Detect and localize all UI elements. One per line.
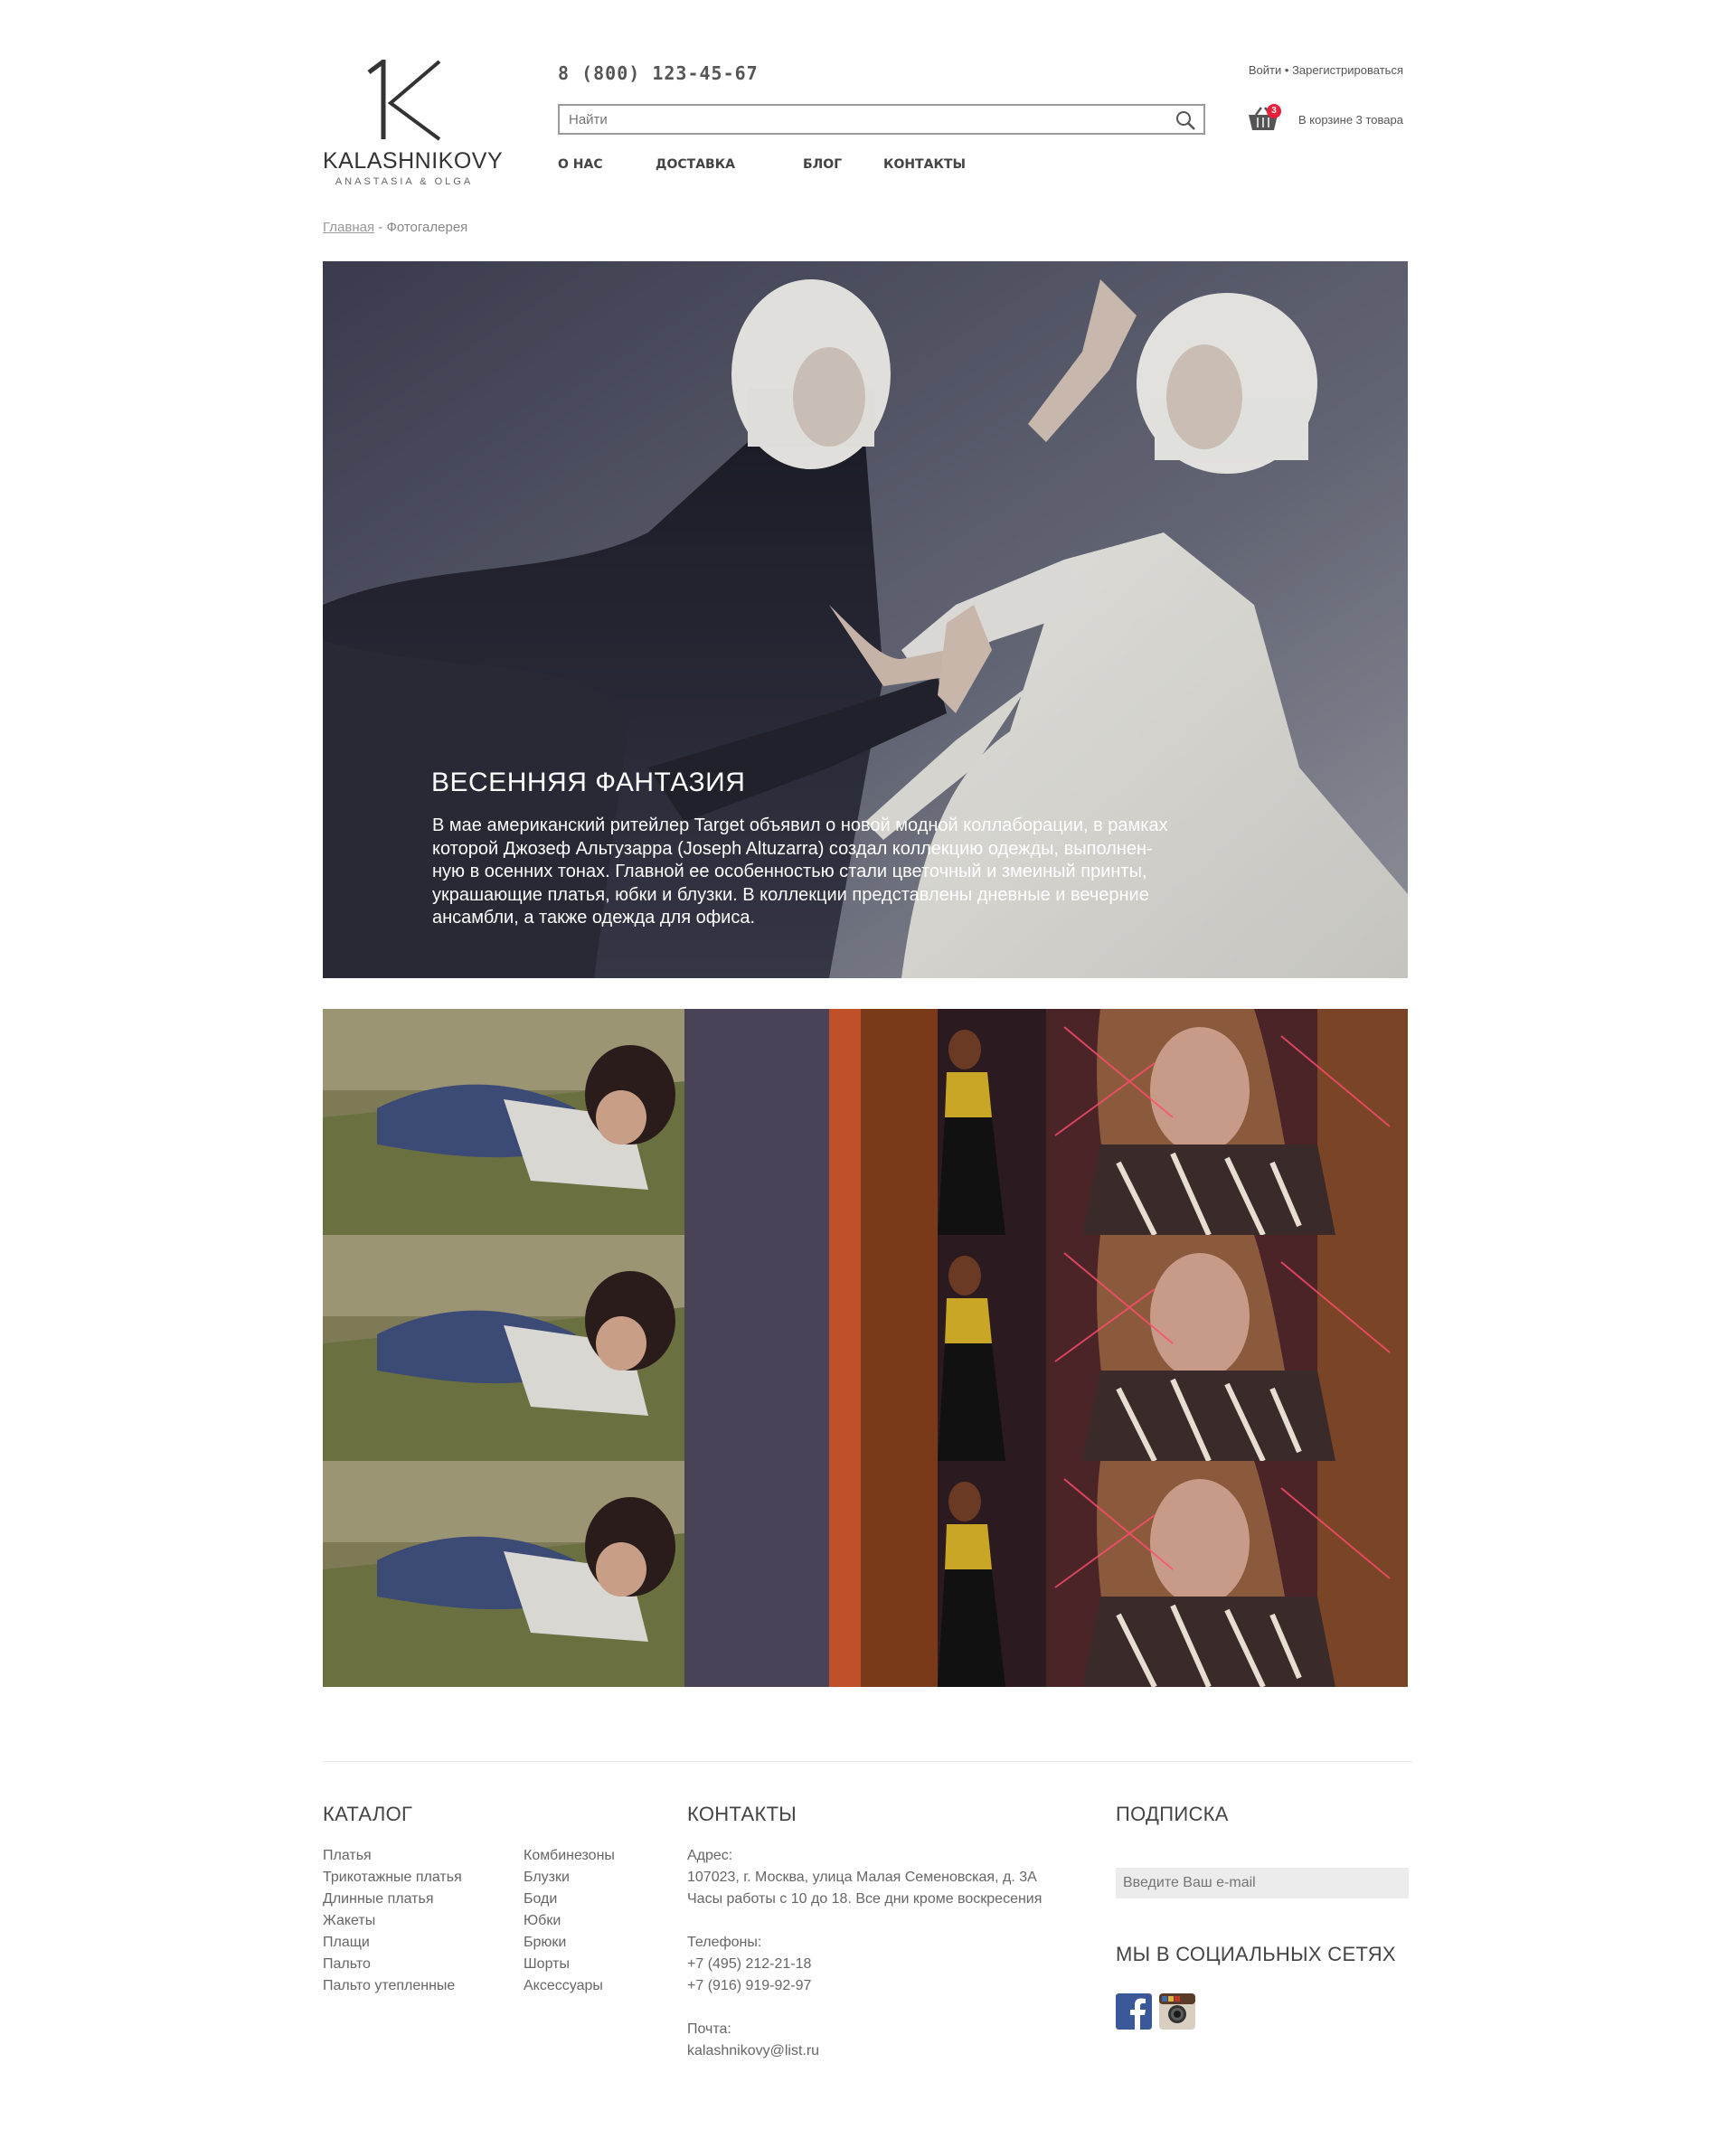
header-phone: 8 (800) 123-45-67 [558,62,759,84]
search-icon[interactable] [1175,109,1196,131]
footer-subscribe-title: ПОДПИСКА [1116,1803,1229,1825]
gallery-photo-yellow-top[interactable] [684,1461,1046,1687]
search-input[interactable] [560,106,1203,133]
gallery-photo-grass[interactable] [323,1235,684,1461]
catalog-link[interactable]: Боди [524,1889,615,1910]
phone-1[interactable]: +7 (495) 212-21-18 [687,1954,1042,1975]
catalog-link[interactable]: Комбинезоны [524,1845,615,1867]
gallery-photo-neon[interactable] [1046,1009,1408,1235]
breadcrumb: Главная - Фотогалерея [323,220,467,235]
brand-subtitle: ANASTASIA & OLGA [335,176,474,187]
nav-about[interactable]: О НАС [558,157,656,172]
photo-neon-image [1046,1235,1408,1461]
breadcrumb-current: Фотогалерея [386,220,468,235]
footer-social-title: МЫ В СОЦИАЛЬНЫХ СЕТЯХ [1116,1943,1396,1965]
photo-grass-image [323,1009,684,1235]
logo[interactable]: KALASHNIKOVY ANASTASIA & OLGA [323,56,504,192]
catalog-link[interactable]: Брюки [524,1932,615,1954]
catalog-link[interactable]: Блузки [524,1867,615,1889]
auth-separator: • [1284,63,1293,77]
catalog-link[interactable]: Трикотажные платья [323,1867,462,1889]
nav-delivery[interactable]: ДОСТАВКА [656,157,803,172]
catalog-link[interactable]: Юбки [524,1910,615,1932]
hero-text-line: ную в осенних тонах. Главной ее особенно… [432,862,1147,881]
catalog-link[interactable]: Жакеты [323,1910,462,1932]
gallery-photo-yellow-top[interactable] [684,1235,1046,1461]
gallery-photo-yellow-top[interactable] [684,1009,1046,1235]
photo-yellow-top-image [684,1461,1046,1687]
gallery-photo-neon[interactable] [1046,1235,1408,1461]
hero-title: ВЕСЕННЯЯ ФАНТАЗИЯ [431,768,746,797]
footer-contacts: Адрес: 107023, г. Москва, улица Малая Се… [687,1845,1042,2062]
photo-gallery [323,1009,1408,1687]
hero-text: В мае американский ритейлер Target объяв… [432,815,1246,930]
subscribe-email-input[interactable] [1116,1868,1409,1898]
auth-links: Войти • Зарегистрироваться [1249,63,1403,77]
photo-yellow-top-image [684,1009,1046,1235]
cart-count-badge: 3 [1267,104,1281,118]
logo-k-mark [367,60,441,141]
hero-text-line: ансамбли, а также одежда для офиса. [432,908,756,928]
footer-divider [323,1761,1412,1762]
footer-catalog-title: КАТАЛОГ [323,1803,413,1825]
hero-text-line: которой Джозеф Альтузарра (Joseph Altuza… [432,838,1153,859]
login-link[interactable]: Войти [1249,63,1281,77]
phone-2[interactable]: +7 (916) 919-92-97 [687,1975,1042,1997]
nav-contacts[interactable]: КОНТАКТЫ [883,157,966,172]
hero-banner: ВЕСЕННЯЯ ФАНТАЗИЯ В мае американский рит… [323,261,1408,978]
address-label: Адрес: [687,1848,733,1863]
catalog-link[interactable]: Платья [323,1845,462,1867]
catalog-link[interactable]: Аксессуары [524,1975,615,1997]
photo-neon-image [1046,1009,1408,1235]
facebook-icon[interactable] [1116,1993,1152,2030]
photo-grass-image [323,1235,684,1461]
breadcrumb-separator: - [374,220,387,235]
catalog-list-2: Комбинезоны Блузки Боди Юбки Брюки Шорты… [524,1845,615,1997]
catalog-link[interactable]: Шорты [524,1954,615,1975]
search-bar [558,104,1205,135]
address-value: 107023, г. Москва, улица Малая Семеновск… [687,1870,1037,1885]
main-nav: О НАС ДОСТАВКА БЛОГ КОНТАКТЫ [558,157,966,172]
hero-text-line: украшающие платья, юбки и блузки. В колл… [432,884,1149,905]
gallery-photo-grass[interactable] [323,1009,684,1235]
mail-label: Почта: [687,2021,731,2037]
hero-text-line: В мае американский ритейлер Target объяв… [432,815,1168,835]
brand-name: KALASHNIKOVY [323,148,504,174]
cart-summary[interactable]: В корзине 3 товара [1298,113,1403,127]
register-link[interactable]: Зарегистрироваться [1292,63,1403,77]
footer-contacts-title: КОНТАКТЫ [687,1803,797,1825]
nav-blog[interactable]: БЛОГ [803,157,883,172]
mail-link[interactable]: kalashnikovy@list.ru [687,2040,1042,2062]
catalog-list-1: Платья Трикотажные платья Длинные платья… [323,1845,462,1997]
catalog-link[interactable]: Плащи [323,1932,462,1954]
working-hours: Часы работы с 10 до 18. Все дни кроме во… [687,1891,1043,1907]
photo-neon-image [1046,1461,1408,1687]
gallery-photo-grass[interactable] [323,1461,684,1687]
catalog-link[interactable]: Длинные платья [323,1889,462,1910]
gallery-photo-neon[interactable] [1046,1461,1408,1687]
catalog-link[interactable]: Пальто утепленные [323,1975,462,1997]
phones-label: Телефоны: [687,1935,762,1950]
breadcrumb-home[interactable]: Главная [323,220,374,235]
photo-grass-image [323,1461,684,1687]
photo-yellow-top-image [684,1235,1046,1461]
instagram-icon[interactable] [1159,1993,1195,2030]
catalog-link[interactable]: Пальто [323,1954,462,1975]
